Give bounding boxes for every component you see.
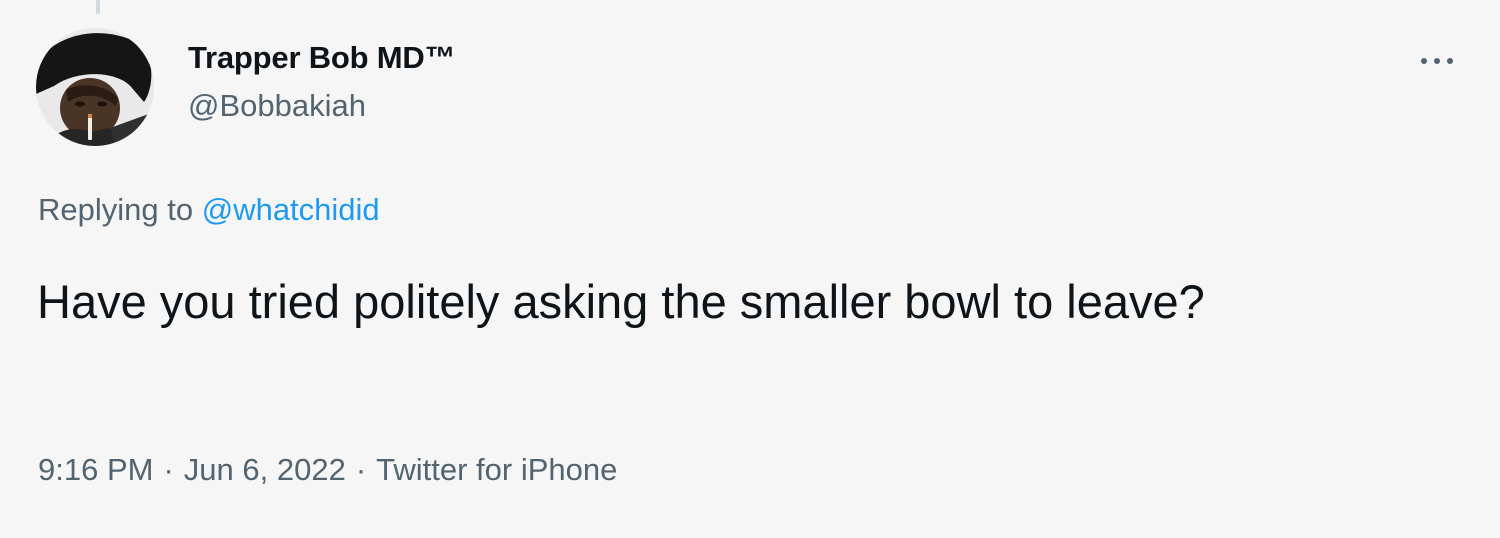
- avatar[interactable]: [36, 28, 154, 146]
- more-horizontal-icon-dot: [1447, 58, 1453, 64]
- meta-separator: ·: [163, 452, 174, 487]
- more-horizontal-icon: [1421, 58, 1427, 64]
- reply-context: Replying to @whatchidid: [38, 192, 380, 228]
- tweet-text: Have you tried politely asking the small…: [37, 275, 1205, 328]
- tweet-time[interactable]: 9:16 PM: [38, 452, 153, 487]
- more-options-button[interactable]: [1412, 46, 1462, 76]
- reply-mention-link[interactable]: @whatchidid: [202, 192, 380, 227]
- avatar-image: [36, 28, 154, 146]
- tweet-metadata: 9:16 PM · Jun 6, 2022 · Twitter for iPhone: [38, 452, 617, 488]
- author-handle[interactable]: @Bobbakiah: [188, 88, 366, 124]
- author-display-name[interactable]: Trapper Bob MD™: [188, 40, 456, 76]
- reply-context-prefix: Replying to: [38, 192, 194, 227]
- tweet-date[interactable]: Jun 6, 2022: [184, 452, 346, 487]
- thread-connector-line: [96, 0, 100, 14]
- meta-separator: ·: [355, 452, 367, 487]
- tweet-source[interactable]: Twitter for iPhone: [376, 452, 617, 487]
- more-horizontal-icon-dot: [1434, 58, 1440, 64]
